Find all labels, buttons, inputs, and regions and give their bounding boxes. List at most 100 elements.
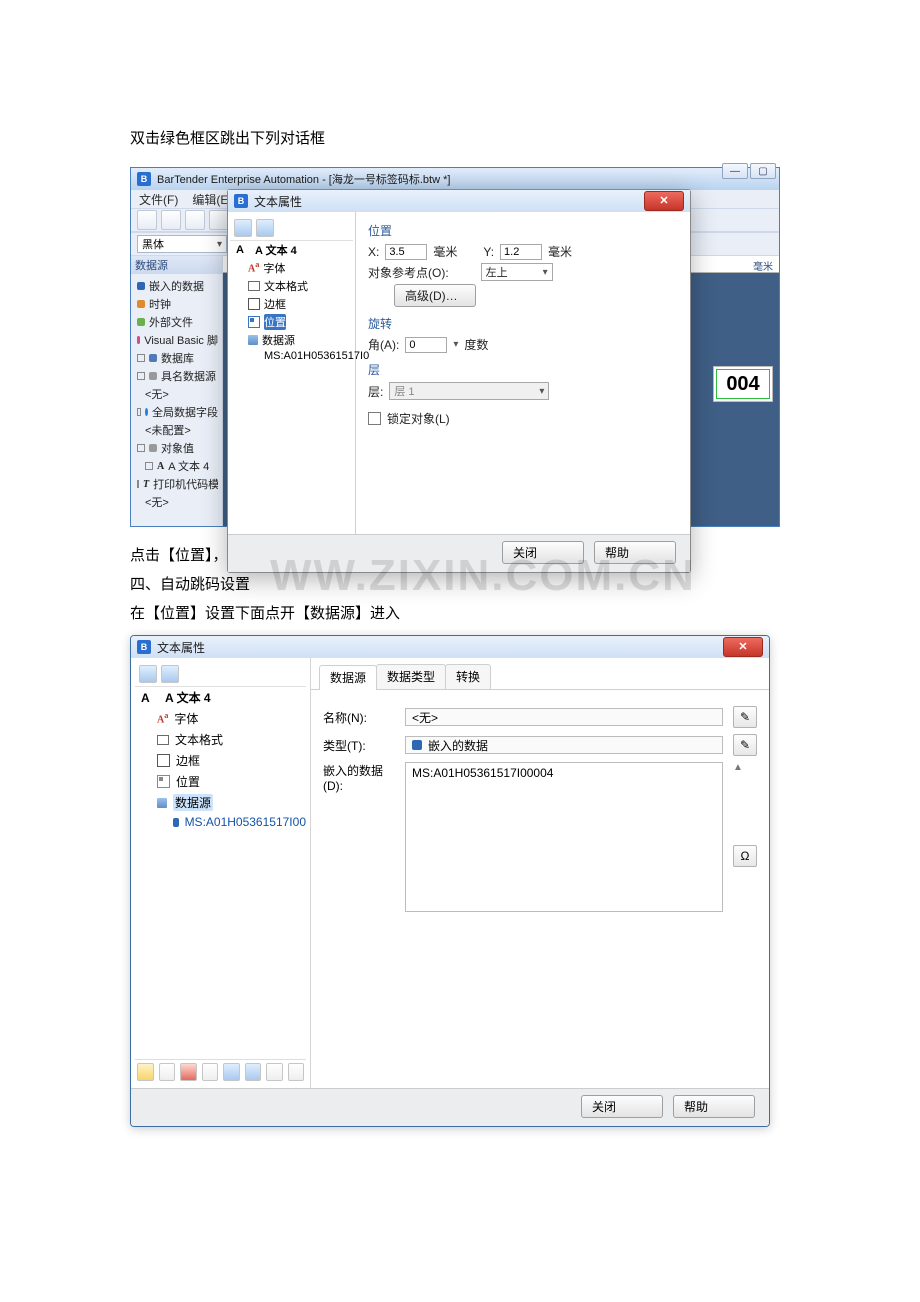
paragraph-4: 在【位置】设置下面点开【数据源】进入 — [130, 600, 790, 627]
tree-ms-item[interactable]: MS:A01H05361517I0 — [230, 349, 353, 363]
font-combo[interactable]: 黑体▾ — [137, 235, 227, 253]
tab-datasource[interactable]: 数据源 — [319, 665, 377, 690]
ds-global-unconfigured[interactable]: <未配置> — [135, 421, 218, 439]
section-position: 位置 — [368, 222, 678, 239]
tree2-border[interactable]: 边框 — [135, 750, 306, 771]
ruler-unit-label: 毫米 — [753, 258, 773, 273]
paragraph-3: 四、自动跳码设置 — [130, 571, 790, 598]
layer-select[interactable]: 层 1 — [389, 382, 549, 400]
ds-database[interactable]: 数据库 — [135, 349, 218, 367]
name-label: 名称(N): — [323, 709, 395, 726]
tree2-tool2-icon[interactable] — [161, 665, 179, 683]
data-source-panel: 数据源 嵌入的数据 时钟 外部文件 Visual Basic 脚 数据库 具名数… — [131, 256, 223, 526]
app-icon: B — [137, 172, 151, 186]
app-titlebar: B BarTender Enterprise Automation - [海龙一… — [131, 168, 779, 190]
name-edit-icon[interactable]: ✎ — [733, 706, 757, 728]
tree2-textfmt[interactable]: 文本格式 — [135, 729, 306, 750]
tool-print-icon[interactable] — [209, 210, 229, 230]
tree2-toolbar — [135, 1059, 306, 1084]
ds-named[interactable]: 具名数据源 — [135, 367, 218, 385]
tree-border[interactable]: 边框 — [230, 295, 353, 313]
dialog2-close-button[interactable]: 关闭 — [581, 1095, 663, 1118]
ds-named-none[interactable]: <无> — [135, 385, 218, 403]
tree-position[interactable]: 位置 — [230, 313, 353, 331]
ds-text4[interactable]: AA 文本 4 — [135, 457, 218, 475]
tb-paste-icon[interactable] — [245, 1063, 262, 1081]
lock-checkbox[interactable] — [368, 412, 381, 425]
tb-down-icon[interactable] — [288, 1063, 305, 1081]
menu-file[interactable]: 文件(F) — [139, 191, 178, 208]
tree-root[interactable]: A A 文本 4 — [230, 241, 353, 259]
type-label: 类型(T): — [323, 737, 395, 754]
tree-font[interactable]: Aa字体 — [230, 259, 353, 277]
angle-dropdown-icon[interactable]: ▾ — [453, 339, 458, 350]
minimize-icon[interactable]: — — [722, 163, 748, 179]
figure-1: — ▢ B BarTender Enterprise Automation - … — [130, 167, 780, 527]
y-unit: 毫米 — [548, 243, 572, 260]
lock-label: 锁定对象(L) — [387, 410, 450, 427]
scroll-up-icon[interactable]: ▲ — [733, 762, 757, 773]
tree2-tool1-icon[interactable] — [139, 665, 157, 683]
section-rotate: 旋转 — [368, 315, 678, 332]
maximize-icon[interactable]: ▢ — [750, 163, 776, 179]
ds-vbs[interactable]: Visual Basic 脚 — [135, 331, 218, 349]
text-properties-dialog-position: B 文本属性 ✕ A A 文本 4 Aa字体 文本格式 边框 位置 数据源 MS:… — [227, 189, 691, 573]
dialog2-help-button[interactable]: 帮助 — [673, 1095, 755, 1118]
section-layer: 层 — [368, 361, 678, 378]
dialog2-right: 数据源 数据类型 转换 名称(N): <无> ✎ 类型(T): 嵌入的数据 — [311, 658, 769, 1088]
x-unit: 毫米 — [433, 243, 457, 260]
angle-unit: 度数 — [464, 336, 488, 353]
dialog2-close-icon[interactable]: ✕ — [723, 637, 763, 657]
tree2-position[interactable]: 位置 — [135, 771, 306, 792]
tab-datatype[interactable]: 数据类型 — [376, 664, 446, 689]
tb-copy-icon[interactable] — [223, 1063, 240, 1081]
y-label: Y: — [483, 245, 494, 259]
omega-button[interactable]: Ω — [733, 845, 757, 867]
embed-textarea[interactable]: MS:A01H05361517I00004 — [405, 762, 723, 912]
tb-delete-icon[interactable] — [180, 1063, 197, 1081]
tool-save-icon[interactable] — [185, 210, 205, 230]
tree-textfmt[interactable]: 文本格式 — [230, 277, 353, 295]
ref-select[interactable]: 左上 — [481, 263, 553, 281]
ds-clock[interactable]: 时钟 — [135, 295, 218, 313]
x-input[interactable] — [385, 244, 427, 260]
ds-external[interactable]: 外部文件 — [135, 313, 218, 331]
dialog1-help-button[interactable]: 帮助 — [594, 541, 676, 564]
embed-label: 嵌入的数据(D): — [323, 762, 395, 793]
tb-wizard-icon[interactable] — [159, 1063, 176, 1081]
tool-open-icon[interactable] — [161, 210, 181, 230]
ds-embedded[interactable]: 嵌入的数据 — [135, 277, 218, 295]
type-edit-icon[interactable]: ✎ — [733, 734, 757, 756]
name-value: <无> — [405, 708, 723, 726]
dialog1-titlebar: B 文本属性 ✕ — [228, 190, 690, 212]
tree2-root[interactable]: A A 文本 4 — [135, 687, 306, 708]
tab-transform[interactable]: 转换 — [445, 664, 491, 689]
tree-tool-copy-icon[interactable] — [256, 219, 274, 237]
tool-new-icon[interactable] — [137, 210, 157, 230]
tree2-datasource[interactable]: 数据源 — [135, 792, 306, 813]
angle-input[interactable] — [405, 337, 447, 353]
ds-global[interactable]: 全局数据字段 — [135, 403, 218, 421]
tree2-ms-item[interactable]: MS:A01H05361517I00 — [135, 813, 306, 831]
layer-label: 层: — [368, 383, 383, 400]
dialog1-close-icon[interactable]: ✕ — [644, 191, 684, 211]
dialog2-form: 名称(N): <无> ✎ 类型(T): 嵌入的数据 ✎ 嵌入的数据(D): MS… — [311, 690, 769, 1088]
dialog1-icon: B — [234, 194, 248, 208]
ds-printer-tpl[interactable]: T打印机代码模板 — [135, 475, 218, 493]
advanced-button[interactable]: 高级(D)… — [394, 284, 476, 307]
y-input[interactable] — [500, 244, 542, 260]
ref-label: 对象参考点(O): — [368, 264, 449, 281]
outer-window-controls: — ▢ — [722, 163, 776, 179]
selected-text-object[interactable]: 004 — [713, 366, 773, 402]
tb-new-icon[interactable] — [137, 1063, 154, 1081]
dialog1-close-button[interactable]: 关闭 — [502, 541, 584, 564]
tb-up-icon[interactable] — [266, 1063, 283, 1081]
tree-tool-cut-icon[interactable] — [234, 219, 252, 237]
dialog1-title: 文本属性 — [254, 193, 302, 210]
text-properties-dialog-datasource: B文本属性 ✕ A A 文本 4 Aa字体 文本格式 边框 位置 — [130, 635, 770, 1127]
ds-objvalue[interactable]: 对象值 — [135, 439, 218, 457]
tb-cut-icon[interactable] — [202, 1063, 219, 1081]
tree-datasource[interactable]: 数据源 — [230, 331, 353, 349]
tree2-font[interactable]: Aa字体 — [135, 708, 306, 729]
ds-printer-none[interactable]: <无> — [135, 493, 218, 511]
